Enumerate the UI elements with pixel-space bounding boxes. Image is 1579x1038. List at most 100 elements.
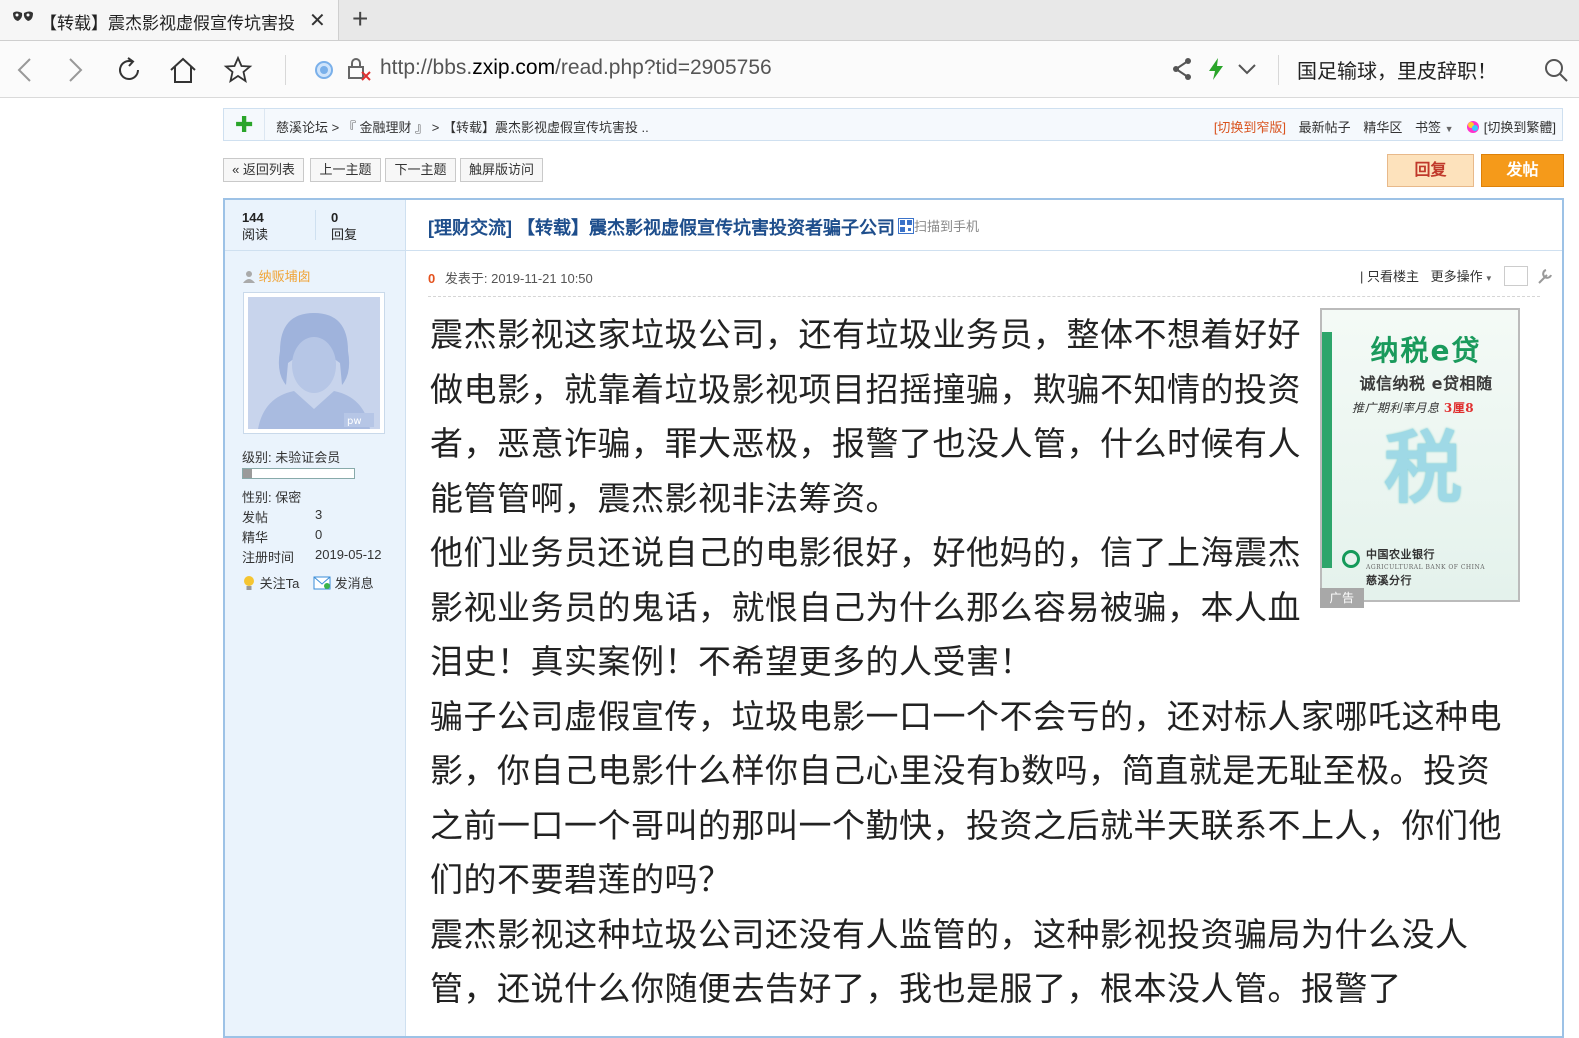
user-gender: 性别: 保密 xyxy=(242,490,302,505)
ad-bank: 中国农业银行 AGRICULTURAL BANK OF CHINA 慈溪分行 xyxy=(1366,548,1486,587)
user-reg-date: 2019-05-12 xyxy=(315,547,382,562)
ad-accent-bar xyxy=(1322,332,1332,568)
url-prefix: http://bbs. xyxy=(380,56,473,79)
browser-tab[interactable]: 【转载】震杰影视虚假宣传坑害投 ✕ xyxy=(0,0,339,40)
back-icon[interactable] xyxy=(10,55,40,85)
refresh-icon[interactable] xyxy=(114,55,144,85)
post-main: [理财交流] 【转载】震杰影视虚假宣传坑害投资者骗子公司 扫描到手机 0 发表于… xyxy=(406,200,1562,1036)
thread-title-text: 【转载】震杰影视虚假宣传坑害投资者骗子公司 xyxy=(517,218,896,238)
bookmark-link[interactable]: 书签 ▼ xyxy=(1415,120,1454,135)
browser-tab-bar: 【转载】震杰影视虚假宣传坑害投 ✕ + xyxy=(0,0,1579,41)
wrench-icon[interactable] xyxy=(1536,267,1554,285)
replies-stat: 0 回复 xyxy=(331,209,357,243)
breadcrumb-forum[interactable]: 慈溪论坛 xyxy=(276,120,328,135)
news-ticker[interactable]: 国足输球，里皮辞职！ xyxy=(1297,55,1497,84)
ad-title: 纳税e贷 xyxy=(1370,334,1482,367)
follow-button[interactable]: 关注Ta xyxy=(242,576,299,591)
browser-mode-icon[interactable] xyxy=(312,58,336,82)
breadcrumb-thread[interactable]: 【转载】震杰影视虚假宣传坑害投 .. xyxy=(443,120,649,135)
chevron-down-icon[interactable] xyxy=(1236,58,1258,80)
stats-divider xyxy=(315,210,316,240)
digest-link[interactable]: 精华区 xyxy=(1363,120,1402,135)
default-avatar-icon: pw xyxy=(248,297,380,429)
thread-stats: 144 阅读 0 回复 xyxy=(225,200,405,251)
speed-mode-icon[interactable] xyxy=(1204,56,1228,82)
new-tab-icon[interactable]: + xyxy=(352,3,368,35)
replies-label: 回复 xyxy=(331,227,358,242)
user-digest: 0 xyxy=(315,527,323,542)
user-posts-row: 发帖 3 xyxy=(242,507,323,525)
ad-big-char: 税 xyxy=(1384,424,1463,514)
user-reg-row: 注册时间 2019-05-12 xyxy=(242,547,382,565)
forward-icon[interactable] xyxy=(60,55,90,85)
meta-divider xyxy=(428,296,1540,297)
address-separator-2 xyxy=(1278,55,1279,85)
url-domain: zxip.com xyxy=(472,56,556,79)
switch-traditional-link[interactable]: [切换到繁體] xyxy=(1466,120,1556,135)
level-progress-bar xyxy=(242,468,355,479)
bank-logo-icon xyxy=(1342,550,1360,568)
reply-button[interactable]: 回复 xyxy=(1387,154,1474,187)
thread-title-row: [理财交流] 【转载】震杰影视虚假宣传坑害投资者骗子公司 扫描到手机 xyxy=(406,200,1562,251)
author-name-row: 纳贩埔囱 xyxy=(243,266,311,285)
home-icon[interactable] xyxy=(168,55,198,85)
user-icon xyxy=(243,271,255,283)
replies-count: 0 xyxy=(331,210,339,225)
post-content: 纳税e贷 诚信纳税 e贷相随 推广期利率月息 3厘8 税 中国农业银行 AGRIC… xyxy=(430,308,1520,1017)
qr-code-icon xyxy=(898,218,914,234)
caret-down-icon: ▼ xyxy=(1444,124,1454,134)
ad-promo: 推广期利率月息 3厘8 xyxy=(1352,401,1475,415)
ad-banner[interactable]: 纳税e贷 诚信纳税 e贷相随 推广期利率月息 3厘8 税 中国农业银行 AGRIC… xyxy=(1320,308,1520,608)
user-actions: 关注Ta 发消息 xyxy=(242,573,374,592)
back-to-list-button[interactable]: « 返回列表 xyxy=(223,158,304,182)
new-post-button[interactable]: 发帖 xyxy=(1481,154,1564,187)
more-ops-dropdown[interactable]: 更多操作 ▼ xyxy=(1431,269,1493,284)
url-path: /read.php?tid=2905756 xyxy=(555,56,772,79)
post-time: 发表于: 2019-11-21 10:50 xyxy=(444,271,593,286)
address-separator xyxy=(285,55,286,85)
breadcrumb-section[interactable]: 『 金融理财 』 xyxy=(343,120,428,135)
author-name[interactable]: 纳贩埔囱 xyxy=(259,269,311,284)
level-progress-fill xyxy=(243,469,252,478)
views-stat: 144 阅读 xyxy=(242,209,268,243)
site-favicon-icon xyxy=(13,11,33,21)
favorite-star-icon[interactable] xyxy=(223,55,253,85)
browser-nav-bar: http://bbs.zxip.com/read.php?tid=2905756… xyxy=(0,41,1579,98)
ad-label: 广告 xyxy=(1320,588,1364,608)
post-paragraph: 震杰影视这种垃圾公司还没有人监管的，这种影视投资骗局为什么没人管，还说什么你随便… xyxy=(430,914,1469,1009)
views-label: 阅读 xyxy=(242,227,269,242)
only-author-link[interactable]: | 只看楼主 xyxy=(1360,269,1419,284)
next-topic-button[interactable]: 下一主题 xyxy=(385,158,456,182)
thread-title: [理财交流] 【转载】震杰影视虚假宣传坑害投资者骗子公司 xyxy=(428,214,895,240)
share-icon[interactable] xyxy=(1170,56,1194,82)
user-posts: 3 xyxy=(315,507,323,522)
ad-subtitle: 诚信纳税 e贷相随 xyxy=(1359,374,1493,393)
author-sidebar: 144 阅读 0 回复 纳贩埔囱 pw 级别: 未验证会员 性别: 保密 发帖 … xyxy=(225,200,406,1036)
send-message-button[interactable]: 发消息 xyxy=(313,576,374,591)
insecure-lock-icon[interactable] xyxy=(346,57,372,83)
theme-palette-icon xyxy=(1467,121,1480,133)
touch-version-button[interactable]: 触屏版访问 xyxy=(460,158,543,182)
avatar[interactable]: pw xyxy=(243,292,385,434)
views-count: 144 xyxy=(242,210,264,225)
lightbulb-icon xyxy=(244,576,254,590)
add-icon[interactable]: ✚ xyxy=(224,109,265,140)
latest-posts-link[interactable]: 最新帖子 xyxy=(1299,120,1351,135)
switch-narrow-link[interactable]: [切换到窄版] xyxy=(1214,120,1286,135)
scan-to-phone-button[interactable]: 扫描到手机 xyxy=(898,216,979,235)
tab-title: 【转载】震杰影视虚假宣传坑害投 xyxy=(40,14,295,33)
post-checkbox[interactable] xyxy=(1504,266,1529,286)
user-digest-row: 精华 0 xyxy=(242,527,323,545)
user-level: 级别: 未验证会员 xyxy=(242,450,341,465)
post-paragraph: 骗子公司虚假宣传，垃圾电影一口一个不会亏的，还对标人家哪吒这种电影，你自己电影什… xyxy=(430,696,1502,900)
thread-category[interactable]: [理财交流] xyxy=(428,218,512,238)
post-meta: 0 发表于: 2019-11-21 10:50 xyxy=(428,268,593,287)
message-icon xyxy=(313,576,331,590)
floor-number: 0 xyxy=(428,271,436,286)
search-icon[interactable] xyxy=(1543,57,1569,83)
caret-down-icon: ▼ xyxy=(1482,274,1493,283)
breadcrumb-right-links: [切换到窄版] 最新帖子 精华区 书签 ▼ [切换到繁體] xyxy=(1205,117,1556,136)
prev-topic-button[interactable]: 上一主题 xyxy=(310,158,381,182)
address-bar[interactable]: http://bbs.zxip.com/read.php?tid=2905756 xyxy=(380,56,772,80)
tab-close-icon[interactable]: ✕ xyxy=(309,8,326,33)
